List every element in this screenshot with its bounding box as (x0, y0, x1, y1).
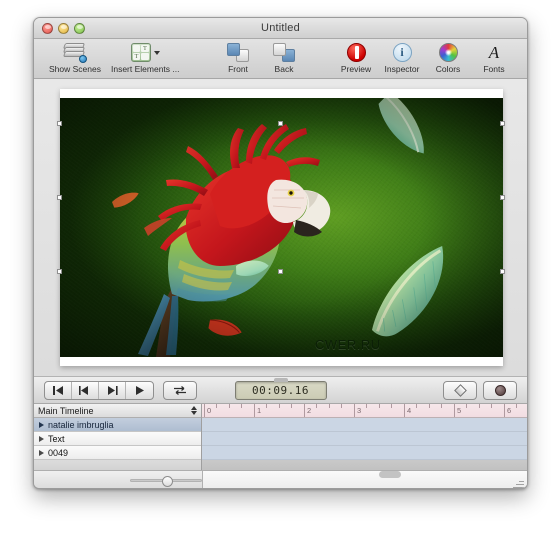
ruler-label: 0 (207, 406, 212, 415)
toolbar-right-group: Front Back Preview i Inspector Colors A … (215, 41, 517, 74)
timeline-selector-label: Main Timeline (38, 405, 94, 416)
insert-elements-button[interactable]: TT Insert Elements ... (106, 41, 185, 74)
show-scenes-button[interactable]: Show Scenes (44, 41, 106, 74)
zoom-button[interactable] (74, 23, 85, 34)
track-lane-0049[interactable] (202, 446, 527, 460)
fonts-button[interactable]: A Fonts (471, 41, 517, 74)
track-row-0049[interactable]: 0049 (34, 446, 201, 460)
playback-buttons (44, 380, 154, 400)
track-row-text[interactable]: Text (34, 432, 201, 446)
ruler-label: 2 (307, 406, 312, 415)
ruler-label: 6 (507, 406, 512, 415)
back-label: Back (274, 64, 294, 74)
selection-handle-right[interactable] (500, 195, 505, 200)
step-backward-button[interactable] (72, 381, 99, 399)
bring-front-button[interactable]: Front (215, 41, 261, 74)
selection-handle-left[interactable] (57, 195, 62, 200)
stage[interactable]: CWER.RU (60, 89, 503, 366)
track-row-natalie-imbruglia[interactable]: natalie imbruglia (34, 418, 201, 432)
selection-handle-bottom[interactable] (278, 269, 283, 274)
insert-elements-label: Insert Elements ... (110, 64, 180, 74)
send-back-icon (266, 42, 302, 63)
window-title: Untitled (261, 22, 300, 34)
bring-front-icon (220, 42, 256, 63)
preview-record-icon (338, 42, 374, 63)
keyframe-diamond-icon (453, 383, 467, 397)
inspector-button[interactable]: i Inspector (379, 41, 425, 74)
preview-label: Preview (340, 64, 372, 74)
vignette (60, 98, 503, 357)
timecode-tab (273, 377, 288, 382)
disclosure-triangle-icon[interactable] (39, 449, 44, 456)
bottom-bar-right (202, 471, 527, 488)
track-lane-natalie-imbruglia[interactable] (202, 418, 527, 432)
scenes-stack-icon (49, 42, 101, 63)
selection-handle-top-left[interactable] (57, 121, 62, 126)
skip-start-icon (52, 385, 63, 395)
fonts-label: Fonts (483, 64, 505, 74)
canvas-area[interactable]: CWER.RU (34, 79, 527, 376)
ruler-label: 5 (457, 406, 462, 415)
tracks-area[interactable]: 0 1 2 3 4 5 6 (202, 404, 527, 474)
fonts-a-icon: A (488, 43, 500, 62)
zoom-slider-knob[interactable] (162, 476, 173, 487)
step-back-icon (79, 385, 88, 395)
play-icon (135, 385, 144, 395)
step-forward-button[interactable] (99, 381, 126, 399)
disclosure-triangle-icon[interactable] (39, 435, 44, 442)
video-composition[interactable]: CWER.RU (60, 98, 503, 357)
track-label: natalie imbruglia (48, 419, 114, 430)
selection-handle-bottom-right[interactable] (500, 269, 505, 274)
ruler-label: 4 (407, 406, 412, 415)
watermark-text: CWER.RU (315, 337, 381, 352)
loop-button[interactable] (163, 380, 197, 400)
title-bar: Untitled (34, 18, 527, 39)
front-label: Front (228, 64, 248, 74)
track-list: Main Timeline natalie imbruglia Text 004… (34, 404, 202, 474)
track-label: 0049 (48, 447, 69, 458)
transport-bar: 00:09.16 (34, 376, 527, 404)
timecode-display[interactable]: 00:09.16 (234, 377, 327, 400)
close-button[interactable] (42, 23, 53, 34)
track-lane-text[interactable] (202, 432, 527, 446)
bottom-bar (34, 470, 527, 488)
step-fwd-icon (108, 385, 118, 395)
zoom-slider[interactable] (130, 476, 202, 487)
selection-handle-bottom-left[interactable] (57, 269, 62, 274)
colors-label: Colors (435, 64, 461, 74)
application-window: Untitled Show Scenes TT Insert Elements … (33, 17, 528, 489)
timeline-selector[interactable]: Main Timeline (34, 404, 201, 418)
toolbar: Show Scenes TT Insert Elements ... Front… (34, 39, 527, 79)
transport-right-buttons (443, 380, 517, 400)
record-button[interactable] (483, 380, 517, 400)
chevron-down-icon[interactable] (153, 50, 160, 55)
inspector-label: Inspector (384, 64, 420, 74)
track-label: Text (48, 433, 65, 444)
show-scenes-label: Show Scenes (49, 64, 101, 74)
resize-grip[interactable] (513, 477, 524, 488)
colors-wheel-icon (430, 42, 466, 63)
ruler-label: 3 (357, 406, 362, 415)
loop-icon (174, 385, 186, 395)
insert-elements-grid-icon: TT (111, 42, 180, 63)
horizontal-scrollbar-thumb[interactable] (379, 471, 401, 478)
colors-button[interactable]: Colors (425, 41, 471, 74)
timecode-value: 00:09.16 (252, 383, 309, 397)
add-keyframe-button[interactable] (443, 380, 477, 400)
play-button[interactable] (126, 382, 153, 399)
ruler-label: 1 (257, 406, 262, 415)
stepper-icon[interactable] (191, 406, 197, 415)
selection-handle-top-right[interactable] (500, 121, 505, 126)
disclosure-triangle-icon[interactable] (39, 421, 44, 428)
record-dot-icon (494, 384, 506, 396)
go-to-start-button[interactable] (45, 381, 72, 399)
minimize-button[interactable] (58, 23, 69, 34)
inspector-info-icon: i (384, 42, 420, 63)
timeline-panel: Main Timeline natalie imbruglia Text 004… (34, 404, 527, 474)
window-controls (42, 23, 85, 34)
preview-button[interactable]: Preview (333, 41, 379, 74)
selection-handle-top[interactable] (278, 121, 283, 126)
send-back-button[interactable]: Back (261, 41, 307, 74)
time-ruler[interactable]: 0 1 2 3 4 5 6 (202, 404, 527, 418)
